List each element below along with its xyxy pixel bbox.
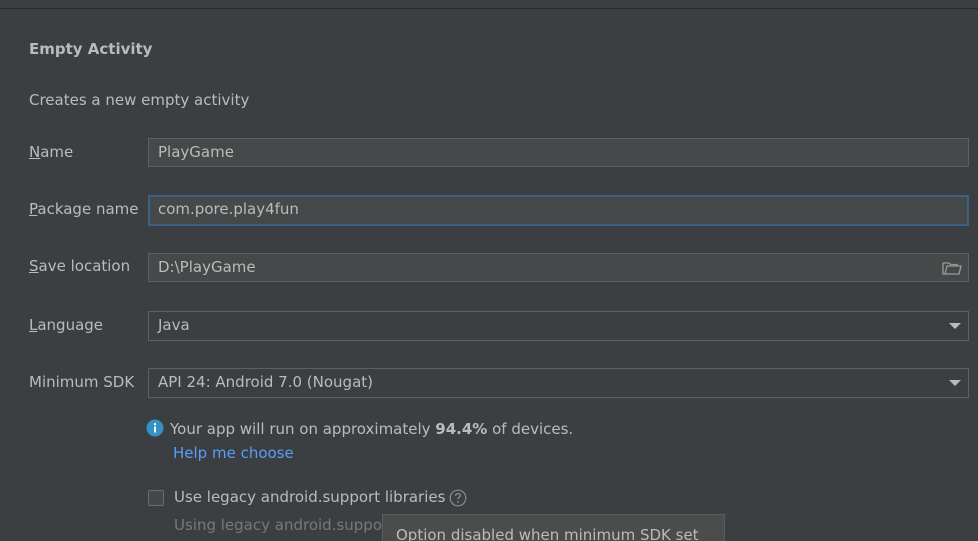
info-icon [146, 419, 164, 436]
name-field[interactable]: PlayGame [148, 138, 969, 167]
chevron-down-icon [949, 323, 961, 329]
folder-icon[interactable] [942, 260, 962, 276]
page-description: Creates a new empty activity [29, 91, 250, 109]
top-divider [0, 8, 978, 9]
legacy-support-label[interactable]: Use legacy android.support libraries [174, 488, 445, 506]
minimum-sdk-label: Minimum SDK [29, 373, 135, 391]
info-text: Your app will run on approximately [170, 420, 436, 438]
save-location-label: Save location [29, 257, 131, 275]
language-select-value: Java [158, 316, 190, 334]
chevron-down-icon [949, 380, 961, 386]
help-me-choose-link[interactable]: Help me choose [173, 444, 294, 462]
language-select[interactable]: Java [148, 311, 969, 341]
save-location-field-value: D:\PlayGame [158, 258, 256, 276]
legacy-support-checkbox[interactable] [148, 490, 164, 506]
minimum-sdk-select[interactable]: API 24: Android 7.0 (Nougat) [148, 368, 969, 398]
save-location-field[interactable]: D:\PlayGame [148, 253, 969, 282]
disabled-option-tooltip: Option disabled when minimum SDK set [382, 514, 725, 541]
question-icon[interactable] [449, 489, 467, 507]
package-name-label: Package name [29, 200, 139, 218]
name-field-value: PlayGame [158, 143, 234, 161]
new-project-dialog: Empty Activity Creates a new empty activ… [0, 0, 978, 541]
device-coverage-info: Your app will run on approximately 94.4%… [146, 419, 574, 439]
page-title: Empty Activity [29, 40, 153, 58]
name-label: Name [29, 143, 74, 161]
coverage-percent: 94.4% [435, 420, 488, 438]
package-name-field-value: com.pore.play4fun [158, 200, 299, 218]
language-label: Language [29, 316, 104, 334]
package-name-field[interactable]: com.pore.play4fun [148, 195, 969, 226]
minimum-sdk-select-value: API 24: Android 7.0 (Nougat) [158, 373, 373, 391]
legacy-support-description: Using legacy android.suppor [174, 516, 389, 534]
info-text-suffix: of devices. [487, 420, 574, 438]
